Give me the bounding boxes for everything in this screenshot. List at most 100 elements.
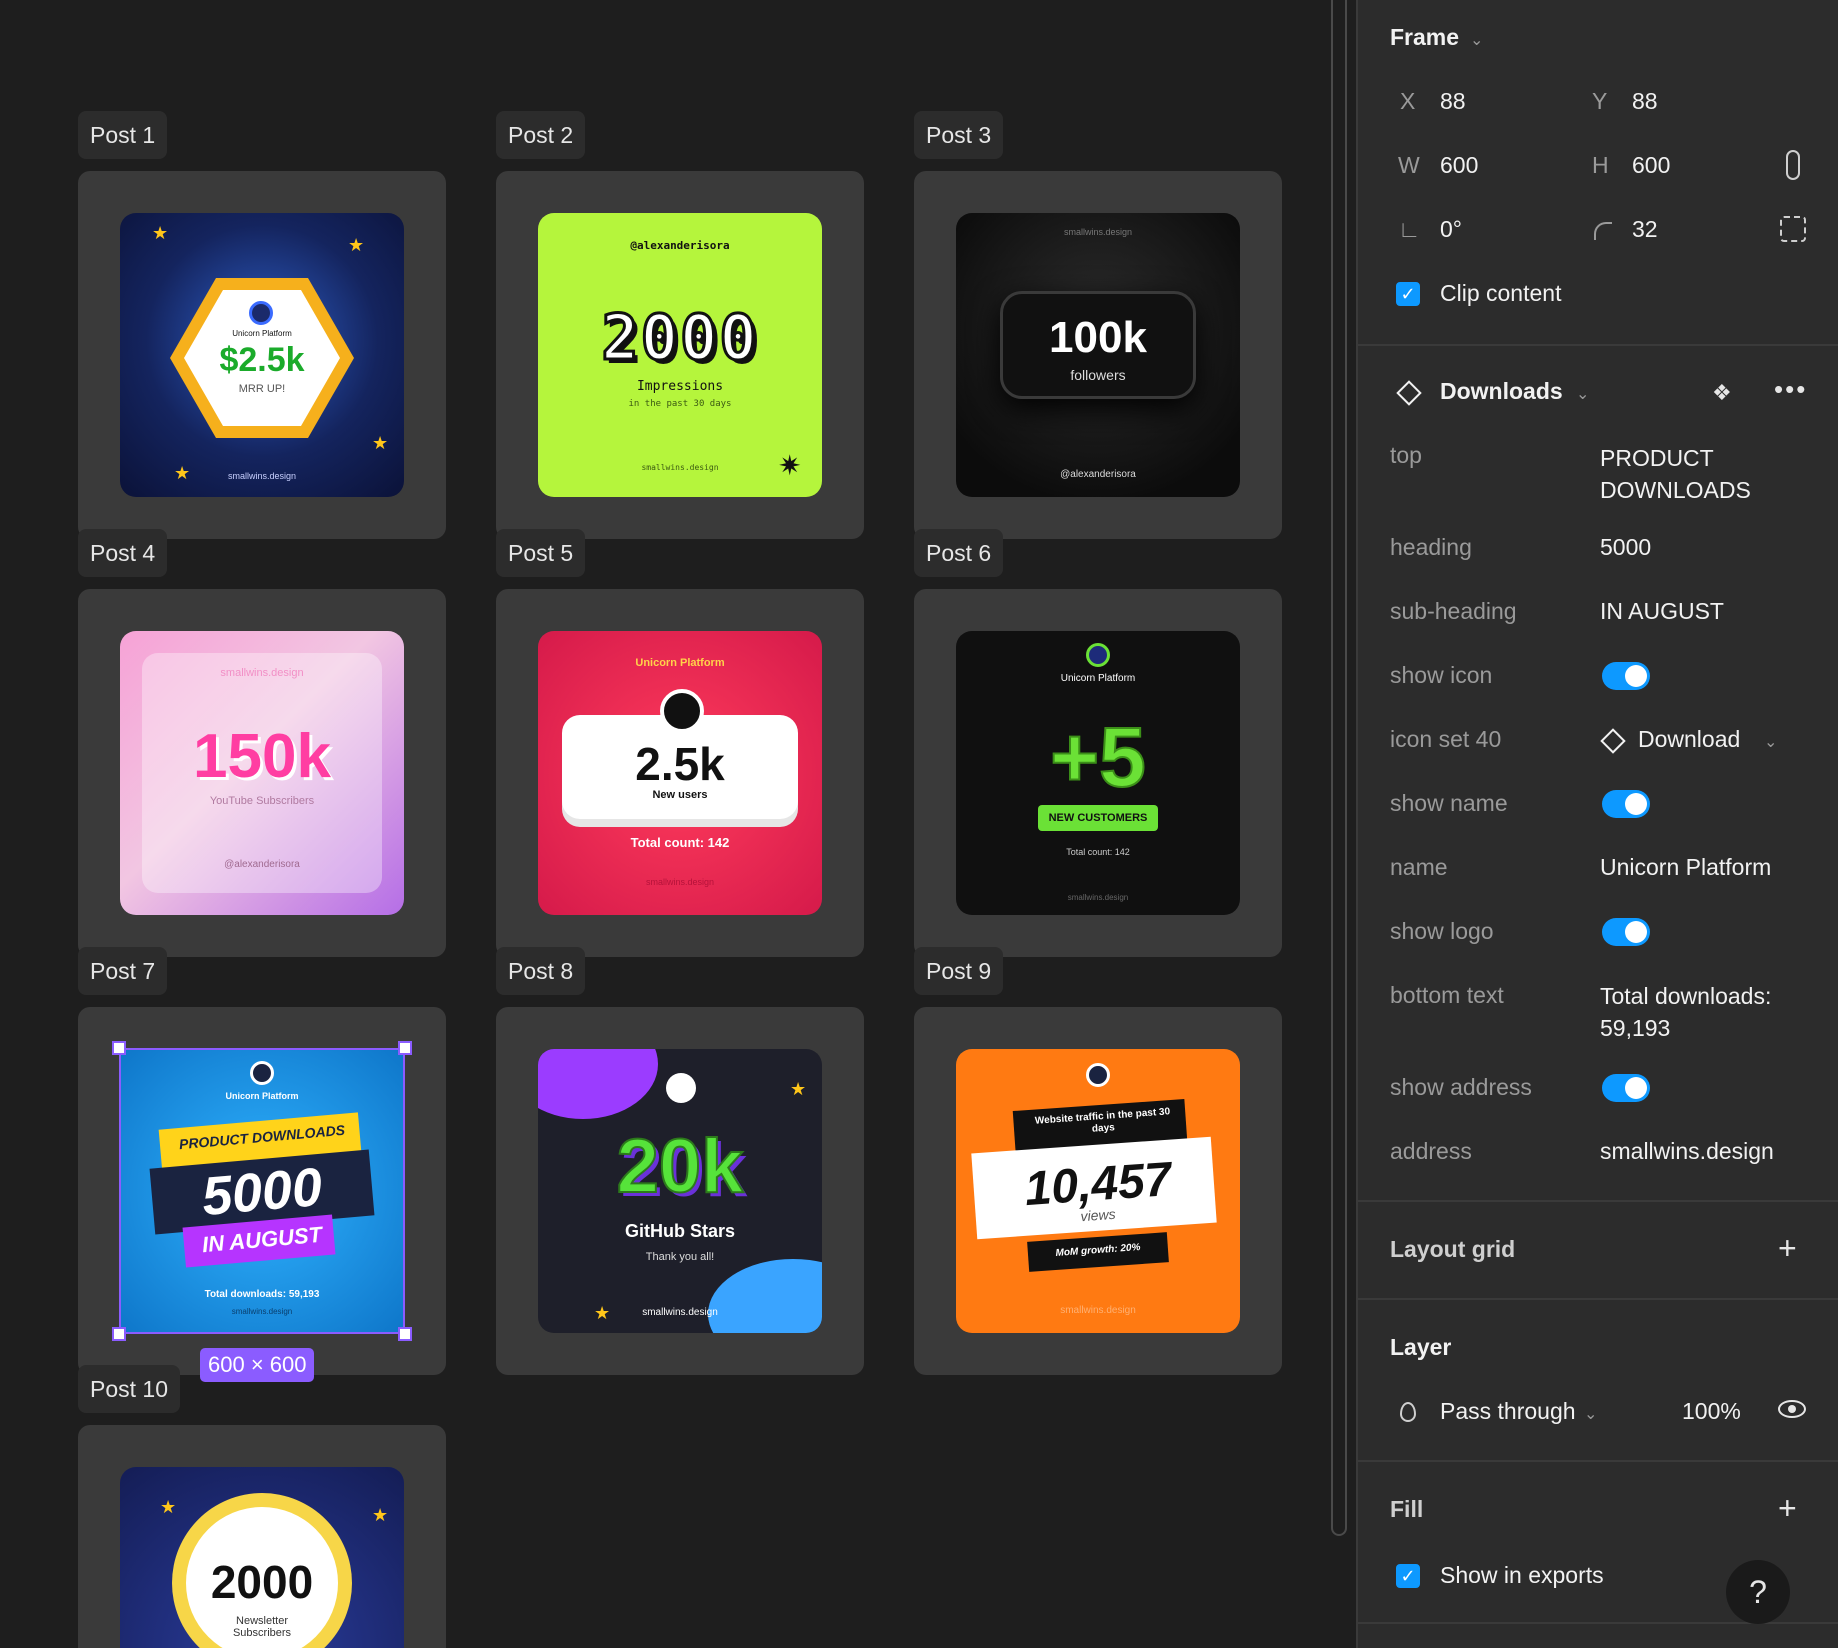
post-label[interactable]: Post 5: [496, 529, 586, 577]
show-name-toggle[interactable]: [1602, 790, 1650, 818]
star-icon: ★: [160, 1497, 177, 1517]
eye-icon[interactable]: [1778, 1400, 1806, 1418]
post-value: 100k: [1049, 313, 1147, 362]
post-label[interactable]: Post 8: [496, 947, 586, 995]
prop-top-input[interactable]: PRODUCT DOWNLOADS: [1600, 442, 1800, 506]
post-frame-5[interactable]: Unicorn Platform 2.5k New users Total co…: [496, 589, 864, 957]
post-value: $2.5k: [219, 341, 305, 379]
post-value: 2000: [210, 1556, 314, 1608]
y-input[interactable]: 88: [1632, 88, 1658, 115]
go-to-main-component-icon[interactable]: ❖: [1712, 380, 1732, 406]
component-instance-icon: [1600, 728, 1626, 754]
clip-content-checkbox[interactable]: ✓: [1396, 282, 1420, 306]
chevron-down-icon[interactable]: ⌄: [1764, 732, 1777, 752]
post-value: 2000: [600, 300, 759, 376]
post-caption: NEW CUSTOMERS: [1038, 805, 1158, 831]
constrain-proportions-icon[interactable]: [1786, 150, 1800, 180]
resize-handle-top-right[interactable]: [398, 1041, 412, 1055]
show-icon-toggle[interactable]: [1602, 662, 1650, 690]
prop-bottom-text-input[interactable]: Total downloads: 59,193: [1600, 980, 1800, 1044]
post-caption: MRR UP!: [238, 383, 286, 395]
brand-logo-icon: [1086, 643, 1110, 667]
post-subcaption: Total count: 142: [1066, 847, 1130, 857]
add-layout-grid-button[interactable]: +: [1778, 1232, 1797, 1264]
post-caption: YouTube Subscribers: [209, 795, 315, 807]
github-icon: [666, 1073, 696, 1103]
post-subcaption: in the past 30 days: [628, 399, 732, 409]
post-label[interactable]: Post 1: [78, 111, 168, 159]
canvas-scrollbar[interactable]: [1331, 0, 1347, 1536]
post-frame-2[interactable]: @alexanderisora 2000 Impressions in the …: [496, 171, 864, 539]
rotation-input[interactable]: 0°: [1440, 216, 1462, 243]
frame-title[interactable]: Frame: [1390, 24, 1459, 51]
post-frame-4[interactable]: smallwins.design 150k YouTube Subscriber…: [78, 589, 446, 957]
star-icon: ★: [348, 235, 365, 255]
prop-label: show icon: [1390, 662, 1493, 688]
w-label: W: [1398, 152, 1420, 178]
post-artwork-10: ★ ★ 2000 Newsletter Subscribers: [120, 1467, 404, 1648]
x-input[interactable]: 88: [1440, 88, 1466, 115]
help-button[interactable]: ?: [1726, 1560, 1790, 1624]
prop-address-input[interactable]: smallwins.design: [1600, 1138, 1774, 1165]
blend-mode-select[interactable]: Pass through: [1440, 1398, 1576, 1425]
icon-set-select[interactable]: Download: [1638, 726, 1740, 753]
chevron-down-icon[interactable]: ⌄: [1576, 384, 1589, 404]
show-in-exports-checkbox[interactable]: ✓: [1396, 1564, 1420, 1588]
post-label[interactable]: Post 9: [914, 947, 1004, 995]
height-input[interactable]: 600: [1632, 152, 1670, 179]
resize-handle-top-left[interactable]: [112, 1041, 126, 1055]
component-title[interactable]: Downloads: [1440, 378, 1563, 405]
post-caption: GitHub Stars: [624, 1221, 735, 1241]
chevron-down-icon[interactable]: ⌄: [1584, 1404, 1597, 1424]
brand-logo-icon: [1086, 1063, 1110, 1087]
post-frame-6[interactable]: Unicorn Platform +5 NEW CUSTOMERS Total …: [914, 589, 1282, 957]
show-logo-toggle[interactable]: [1602, 918, 1650, 946]
sparkle-icon: ✷: [778, 450, 802, 481]
prop-name-input[interactable]: Unicorn Platform: [1600, 854, 1771, 881]
post-subcaption: Total count: 142: [630, 835, 730, 850]
blend-mode-icon: [1400, 1402, 1416, 1422]
post-frame-1[interactable]: ★ ★ ★ ★ Unicorn Platform $2.5k MRR UP! s…: [78, 171, 446, 539]
post-handle: @alexanderisora: [630, 239, 730, 252]
post-subcaption: Thank you all!: [645, 1251, 715, 1263]
post-frame-10[interactable]: ★ ★ 2000 Newsletter Subscribers: [78, 1425, 446, 1648]
post-header: smallwins.design: [220, 667, 304, 679]
post-label[interactable]: Post 3: [914, 111, 1004, 159]
prop-heading-input[interactable]: 5000: [1600, 534, 1651, 561]
post-footer: smallwins.design: [1060, 1305, 1136, 1316]
show-in-exports-label: Show in exports: [1440, 1562, 1604, 1588]
independent-corners-icon[interactable]: [1780, 216, 1806, 242]
more-options-icon[interactable]: •••: [1774, 374, 1807, 405]
post-value: +5: [1049, 709, 1147, 805]
corner-radius-input[interactable]: 32: [1632, 216, 1658, 243]
star-icon: ★: [594, 1303, 611, 1323]
post-footer: @alexanderisora: [1060, 469, 1136, 480]
show-address-toggle[interactable]: [1602, 1074, 1650, 1102]
resize-handle-bottom-left[interactable]: [112, 1327, 126, 1341]
chevron-down-icon[interactable]: ⌄: [1470, 30, 1483, 50]
post-label[interactable]: Post 2: [496, 111, 586, 159]
design-canvas[interactable]: Post 1 ★ ★ ★ ★ Unicorn Platform $2.5k MR…: [0, 0, 1356, 1648]
post-label[interactable]: Post 4: [78, 529, 168, 577]
layout-grid-title: Layout grid: [1390, 1236, 1516, 1262]
component-properties-section: Downloads ⌄ ❖ ••• top PRODUCT DOWNLOADS …: [1358, 346, 1838, 1202]
post-frame-3[interactable]: smallwins.design 100k followers @alexand…: [914, 171, 1282, 539]
post-artwork-9: Website traffic in the past 30 days 10,4…: [956, 1049, 1240, 1333]
post-artwork-4: smallwins.design 150k YouTube Subscriber…: [120, 631, 404, 915]
post-label[interactable]: Post 10: [78, 1365, 180, 1413]
post-label[interactable]: Post 7: [78, 947, 168, 995]
opacity-input[interactable]: 100%: [1682, 1398, 1741, 1425]
resize-handle-bottom-right[interactable]: [398, 1327, 412, 1341]
width-input[interactable]: 600: [1440, 152, 1478, 179]
layout-grid-section: Layout grid +: [1358, 1202, 1838, 1300]
post-artwork-3: smallwins.design 100k followers @alexand…: [956, 213, 1240, 497]
post-frame-9[interactable]: Website traffic in the past 30 days 10,4…: [914, 1007, 1282, 1375]
star-icon: ★: [372, 433, 389, 453]
post-frame-8[interactable]: 20k GitHub Stars Thank you all! smallwin…: [496, 1007, 864, 1375]
post-label[interactable]: Post 6: [914, 529, 1004, 577]
clip-content-label: Clip content: [1440, 280, 1562, 306]
add-fill-button[interactable]: +: [1778, 1492, 1797, 1524]
prop-subheading-input[interactable]: IN AUGUST: [1600, 598, 1724, 625]
corner-radius-icon: [1594, 222, 1612, 240]
brand-logo-icon: [249, 301, 273, 325]
